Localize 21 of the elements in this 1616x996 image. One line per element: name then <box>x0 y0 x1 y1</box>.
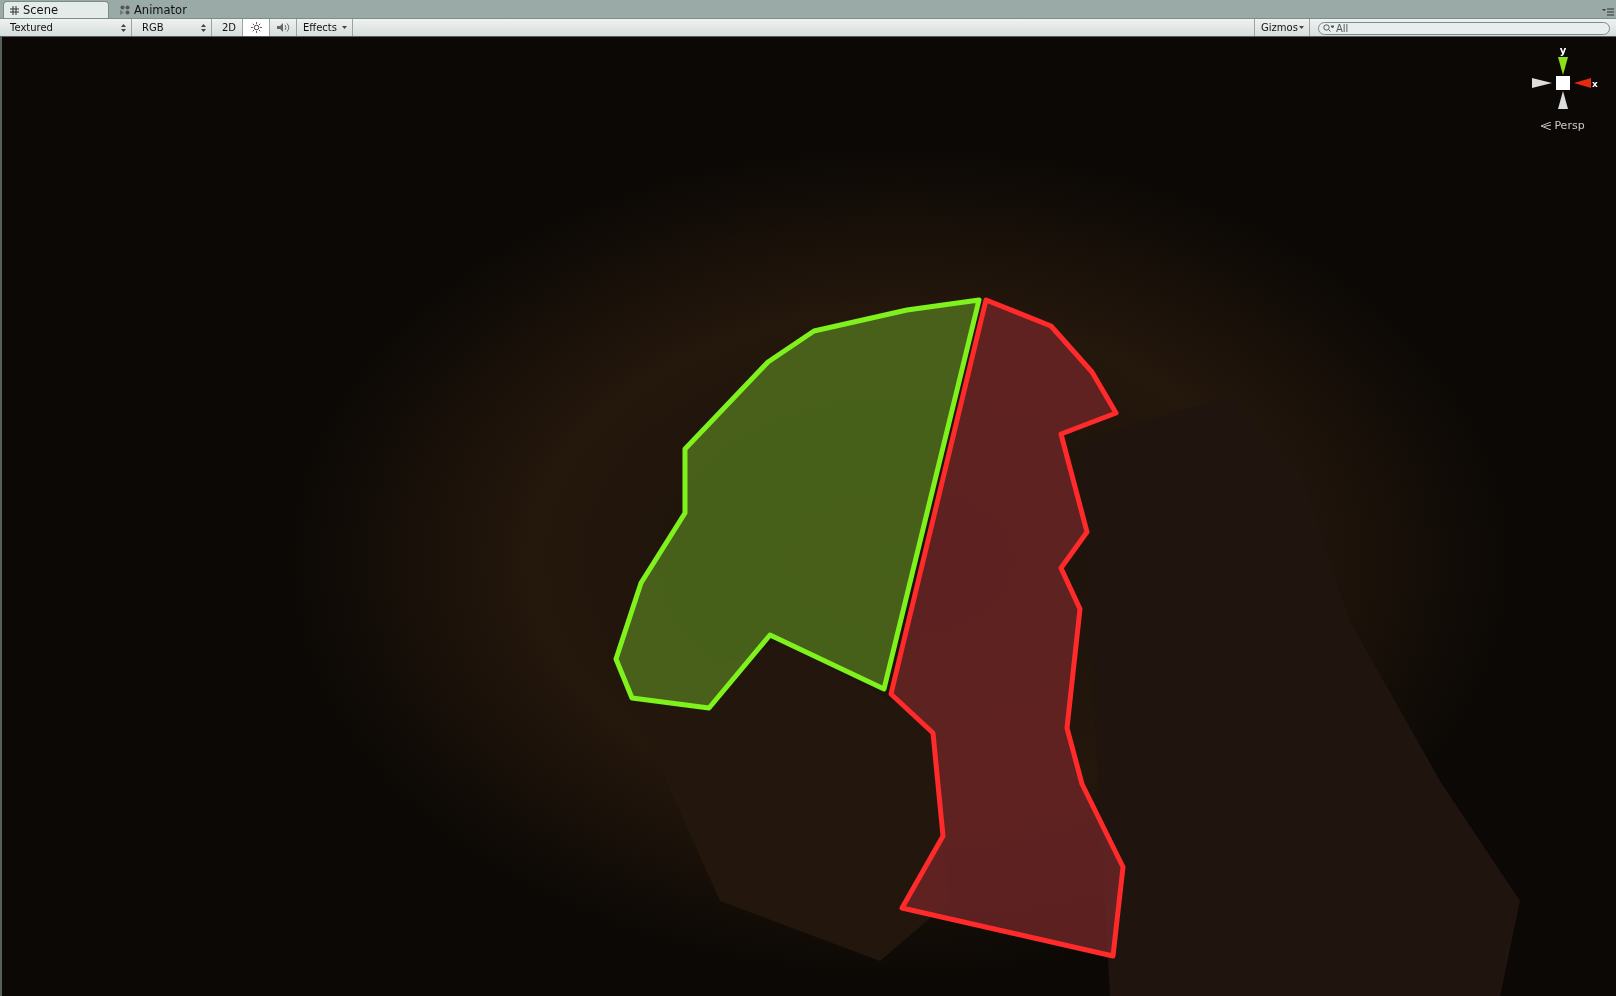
sun-icon <box>250 22 262 33</box>
perspective-icon <box>1541 121 1552 130</box>
updown-icon <box>121 23 126 32</box>
projection-toggle[interactable]: Persp <box>1541 119 1585 132</box>
editor-tab[interactable]: Animator <box>113 1 219 18</box>
updown-icon <box>201 23 206 32</box>
draw-mode-dropdown[interactable]: Textured <box>4 19 132 36</box>
search-field[interactable]: All <box>1318 22 1610 35</box>
x-axis-label: x <box>1592 79 1598 89</box>
speaker-icon <box>276 22 290 33</box>
lighting-toggle[interactable] <box>243 19 270 36</box>
y-axis-label: y <box>1559 45 1567 56</box>
gizmos-dropdown[interactable]: Gizmos <box>1254 19 1310 36</box>
search-icon <box>1323 24 1334 32</box>
effects-dropdown[interactable]: Effects <box>297 19 353 36</box>
grid-icon <box>10 5 19 15</box>
nodes-icon <box>120 5 130 15</box>
caret-icon <box>1299 26 1304 29</box>
render-mode-dropdown[interactable]: RGB <box>136 19 212 36</box>
editor-tab[interactable]: Scene <box>3 1 109 18</box>
caret-icon <box>342 26 347 29</box>
